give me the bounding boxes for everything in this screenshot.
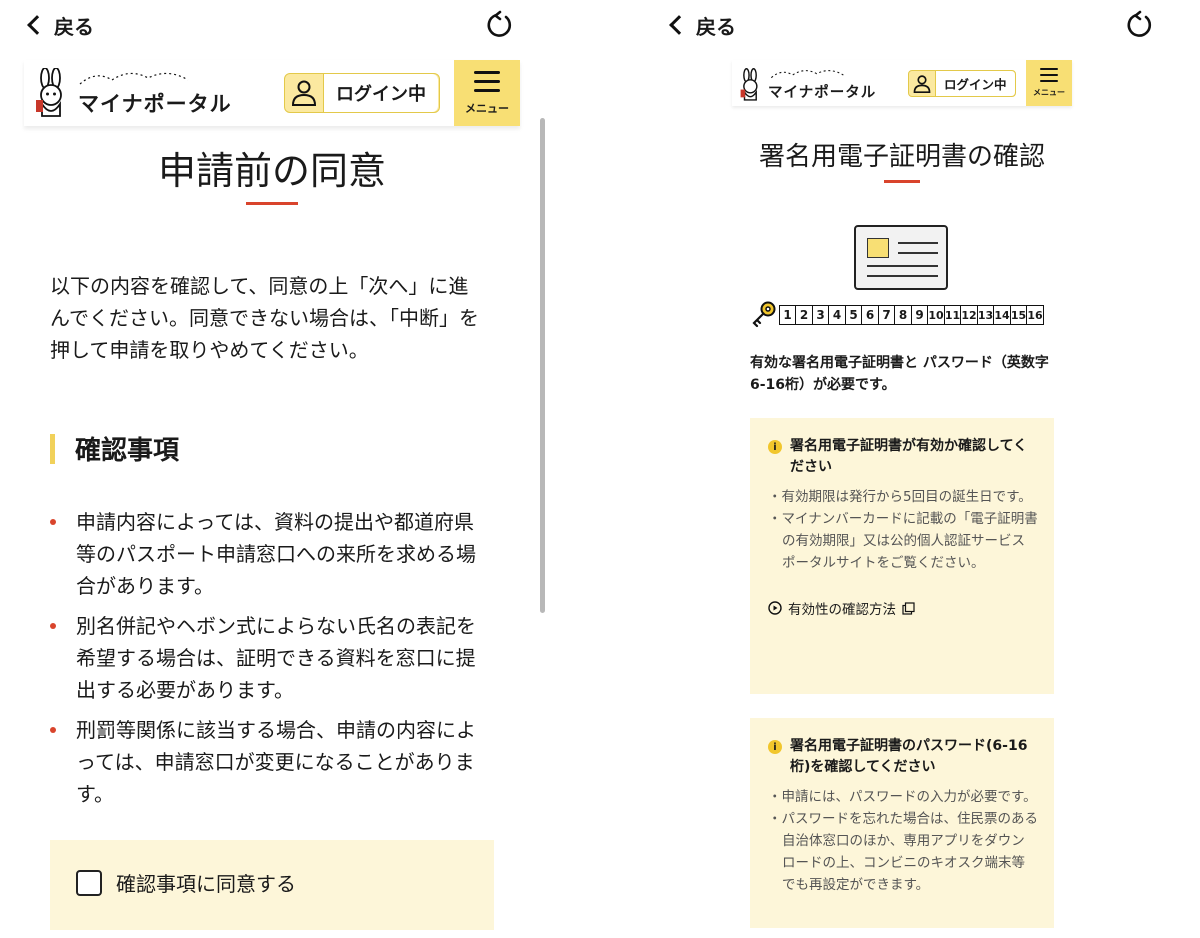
logo-text: マイナポータル bbox=[768, 85, 877, 101]
hamburger-icon bbox=[1040, 68, 1058, 82]
list-item: 別名併記やヘボン式によらない氏名の表記を希望する場合は、証明できる資料を窓口に提… bbox=[50, 610, 482, 706]
reload-icon[interactable] bbox=[484, 10, 514, 40]
digit-cell: 13 bbox=[976, 305, 995, 325]
login-status-button[interactable]: ログイン中 bbox=[284, 73, 440, 113]
panel-bullet: ・申請には、パスワードの入力が必要です。 bbox=[768, 789, 1037, 805]
panel-heading: i 署名用電子証明書のパスワード(6-16桁)を確認してください bbox=[768, 736, 1038, 778]
top-bar: 戻る bbox=[666, 0, 1166, 50]
logo-text: マイナポータル bbox=[78, 92, 232, 116]
site-header: マイナポータル ログイン中 メニュー bbox=[24, 60, 520, 126]
digit-cell: 16 bbox=[1026, 305, 1044, 325]
left-screen: 戻る マイナポータル ログイン中 メニュー 申請前の同意 以下の内容を確認して、… bbox=[24, 0, 524, 938]
menu-label: メニュー bbox=[465, 101, 509, 115]
validity-check-link[interactable]: 有効性の確認方法 bbox=[768, 598, 1038, 618]
digit-cell: 3 bbox=[811, 305, 830, 325]
panel-bullets: ・有効期限は発行から5回目の誕生日です。 ・マイナンバーカードに記載の「電子証明… bbox=[768, 486, 1038, 574]
digit-cell: 2 bbox=[795, 305, 813, 325]
top-bar: 戻る bbox=[24, 0, 524, 50]
chevron-left-icon bbox=[669, 15, 689, 35]
user-icon bbox=[291, 80, 317, 106]
my-number-card-icon bbox=[854, 225, 948, 290]
digit-cell: 4 bbox=[828, 305, 846, 325]
logo-arc-icon bbox=[79, 72, 189, 85]
right-screen: 戻る マイナポータル ログイン中 メニュー 署名用電子証明書の確認 1 2 3 … bbox=[666, 0, 1166, 938]
digit-cell: 7 bbox=[877, 305, 896, 325]
list-item: 刑罰等関係に該当する場合、申請の内容によっては、申請窓口が変更になることがありま… bbox=[50, 714, 482, 810]
mynaportal-logo[interactable]: マイナポータル bbox=[738, 66, 876, 102]
mynaportal-logo[interactable]: マイナポータル bbox=[32, 68, 232, 118]
panel-heading-text: 署名用電子証明書が有効か確認してください bbox=[790, 438, 1028, 475]
login-status-label: ログイン中 bbox=[323, 74, 438, 112]
login-status-button[interactable]: ログイン中 bbox=[908, 70, 1016, 97]
panel-bullets: ・申請には、パスワードの入力が必要です。 ・パスワードを忘れた場合は、住民票のあ… bbox=[768, 786, 1038, 896]
list-item-text: 申請内容によっては、資料の提出や都道府県等のパスポート申請窓口への来所を求める場… bbox=[76, 510, 476, 598]
digit-cell: 11 bbox=[943, 305, 962, 325]
key-icon bbox=[752, 301, 776, 328]
mascot-icon bbox=[740, 68, 758, 101]
panel-bullet: ・マイナンバーカードに記載の「電子証明書の有効期限」又は公的個人認証サービスポー… bbox=[768, 511, 1038, 571]
list-item-text: 刑罰等関係に該当する場合、申請の内容によっては、申請窓口が変更になることがありま… bbox=[76, 718, 476, 806]
bullet-dot bbox=[50, 623, 56, 629]
panel-bullet: ・パスワードを忘れた場合は、住民票のある自治体窓口のほか、専用アプリをダウンロー… bbox=[768, 811, 1038, 893]
section-heading: 確認事項 bbox=[50, 430, 179, 467]
panel-bullet: ・有効期限は発行から5回目の誕生日です。 bbox=[768, 489, 1032, 505]
page-title: 署名用電子証明書の確認 bbox=[758, 142, 1045, 172]
back-button[interactable]: 戻る bbox=[24, 11, 94, 40]
digit-cell: 6 bbox=[861, 305, 879, 325]
digit-cell: 5 bbox=[844, 305, 863, 325]
digit-cell: 15 bbox=[1009, 305, 1028, 325]
info-icon: i bbox=[768, 740, 782, 754]
validity-info-panel: i 署名用電子証明書が有効か確認してください ・有効期限は発行から5回目の誕生日… bbox=[750, 418, 1054, 694]
title-underline bbox=[884, 180, 920, 183]
agree-checkbox[interactable] bbox=[76, 869, 102, 896]
title-underline bbox=[246, 202, 298, 205]
user-icon bbox=[913, 74, 931, 93]
page-title: 申請前の同意 bbox=[157, 149, 386, 193]
login-status-label: ログイン中 bbox=[935, 71, 1015, 96]
reload-icon[interactable] bbox=[1124, 10, 1154, 40]
link-label: 有効性の確認方法 bbox=[788, 602, 896, 618]
site-header: マイナポータル ログイン中 メニュー bbox=[732, 60, 1072, 106]
agree-checkbox-row[interactable]: 確認事項に同意する bbox=[76, 868, 296, 897]
menu-label: メニュー bbox=[1033, 88, 1065, 97]
digit-cell: 10 bbox=[927, 305, 945, 325]
bullet-dot bbox=[50, 727, 56, 733]
hamburger-icon bbox=[474, 70, 500, 92]
bullet-dot bbox=[50, 519, 56, 525]
panel-heading-text: 署名用電子証明書のパスワード(6-16桁)を確認してください bbox=[790, 738, 1028, 775]
play-circle-icon bbox=[768, 601, 782, 615]
panel-heading: i 署名用電子証明書が有効か確認してください bbox=[768, 436, 1038, 478]
password-info-panel: i 署名用電子証明書のパスワード(6-16桁)を確認してください ・申請には、パ… bbox=[750, 718, 1054, 928]
back-label: 戻る bbox=[696, 14, 736, 39]
back-label: 戻る bbox=[54, 14, 94, 39]
digit-cell: 14 bbox=[993, 305, 1011, 325]
section-heading-text: 確認事項 bbox=[75, 436, 180, 466]
agree-panel: 確認事項に同意する bbox=[50, 840, 494, 930]
back-button[interactable]: 戻る bbox=[666, 11, 736, 40]
menu-button[interactable]: メニュー bbox=[1026, 60, 1072, 106]
list-item-text: 別名併記やヘボン式によらない氏名の表記を希望する場合は、証明できる資料を窓口に提… bbox=[76, 614, 476, 702]
heading-bar bbox=[50, 433, 55, 464]
intro-text: 以下の内容を確認して、同意の上「次へ」に進んでください。同意できない場合は、「中… bbox=[50, 274, 479, 362]
password-digit-strip: 1 2 3 4 5 6 7 8 9 10 11 12 13 14 15 16 bbox=[778, 305, 1044, 325]
chevron-left-icon bbox=[27, 15, 47, 35]
digit-cell: 12 bbox=[960, 305, 978, 325]
digit-cell: 8 bbox=[894, 305, 912, 325]
agree-label: 確認事項に同意する bbox=[116, 872, 296, 896]
digit-cell: 1 bbox=[778, 305, 797, 325]
logo-arc-icon bbox=[770, 70, 844, 79]
confirm-list: 申請内容によっては、資料の提出や都道府県等のパスポート申請窓口への来所を求める場… bbox=[50, 506, 482, 810]
list-item: 申請内容によっては、資料の提出や都道府県等のパスポート申請窓口への来所を求める場… bbox=[50, 506, 482, 602]
menu-button[interactable]: メニュー bbox=[454, 60, 520, 126]
info-icon: i bbox=[768, 440, 782, 454]
digit-cell: 9 bbox=[910, 305, 929, 325]
scrollbar[interactable] bbox=[540, 118, 545, 613]
requirement-text: 有効な署名用電子証明書と パスワード（英数字6-16桁）が必要です。 bbox=[750, 355, 1049, 393]
mascot-icon bbox=[36, 68, 62, 117]
external-link-icon bbox=[902, 601, 915, 615]
